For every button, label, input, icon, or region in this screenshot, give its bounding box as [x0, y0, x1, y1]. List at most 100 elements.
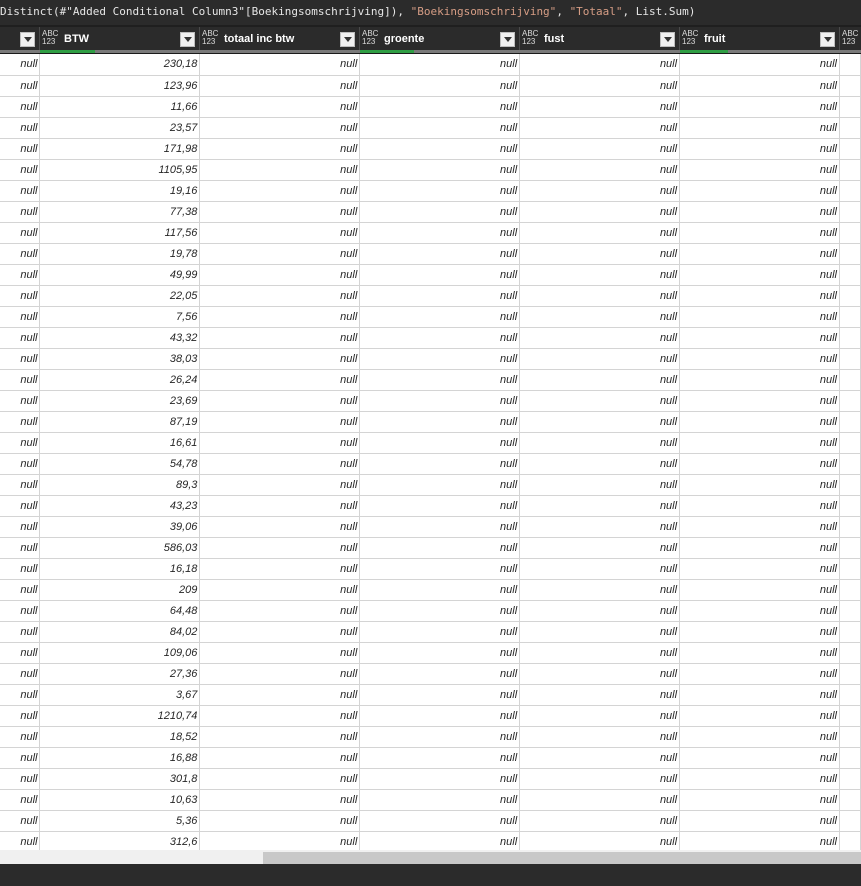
- data-grid[interactable]: null 230,18 null null null null null 123,96 null…: [0, 54, 861, 850]
- cell-fust[interactable]: null: [519, 264, 681, 286]
- cell-btw[interactable]: 209: [39, 579, 201, 601]
- cell-fust[interactable]: null: [519, 453, 681, 475]
- cell-groente[interactable]: null: [359, 159, 521, 181]
- cell-totaal-inc-btw[interactable]: null: [199, 75, 361, 97]
- cell-groente[interactable]: null: [359, 264, 521, 286]
- cell-partial-right[interactable]: [839, 600, 861, 622]
- cell-fust[interactable]: null: [519, 474, 681, 496]
- cell-null-left[interactable]: null: [0, 747, 41, 769]
- table-row[interactable]: null 49,99 null null null null: [0, 264, 861, 286]
- table-row[interactable]: null 171,98 null null null null: [0, 138, 861, 160]
- cell-null-left[interactable]: null: [0, 768, 41, 790]
- table-row[interactable]: null 27,36 null null null null: [0, 663, 861, 685]
- cell-groente[interactable]: null: [359, 348, 521, 370]
- cell-fust[interactable]: null: [519, 222, 681, 244]
- cell-partial-right[interactable]: [839, 537, 861, 559]
- cell-btw[interactable]: 7,56: [39, 306, 201, 328]
- cell-totaal-inc-btw[interactable]: null: [199, 600, 361, 622]
- cell-totaal-inc-btw[interactable]: null: [199, 453, 361, 475]
- type-any-icon[interactable]: ABC 123: [522, 30, 542, 46]
- table-row[interactable]: null 117,56 null null null null: [0, 222, 861, 244]
- cell-fruit[interactable]: null: [679, 348, 840, 370]
- type-any-icon[interactable]: ABC 123: [202, 30, 222, 46]
- table-row[interactable]: null 5,36 null null null null: [0, 810, 861, 832]
- cell-totaal-inc-btw[interactable]: null: [199, 537, 361, 559]
- cell-partial-right[interactable]: [839, 558, 861, 580]
- cell-null-left[interactable]: null: [0, 180, 41, 202]
- cell-fust[interactable]: null: [519, 600, 681, 622]
- cell-fruit[interactable]: null: [679, 285, 840, 307]
- table-row[interactable]: null 18,52 null null null null: [0, 726, 861, 748]
- cell-partial-right[interactable]: [839, 516, 861, 538]
- cell-btw[interactable]: 43,23: [39, 495, 201, 517]
- cell-totaal-inc-btw[interactable]: null: [199, 726, 361, 748]
- cell-btw[interactable]: 10,63: [39, 789, 201, 811]
- cell-groente[interactable]: null: [359, 747, 521, 769]
- cell-partial-right[interactable]: [839, 810, 861, 832]
- cell-btw[interactable]: 171,98: [39, 138, 201, 160]
- cell-fust[interactable]: null: [519, 327, 681, 349]
- cell-fruit[interactable]: null: [679, 474, 840, 496]
- cell-fruit[interactable]: null: [679, 243, 840, 265]
- cell-fruit[interactable]: null: [679, 264, 840, 286]
- cell-totaal-inc-btw[interactable]: null: [199, 243, 361, 265]
- cell-fruit[interactable]: null: [679, 537, 840, 559]
- cell-fust[interactable]: null: [519, 348, 681, 370]
- cell-partial-right[interactable]: [839, 390, 861, 412]
- cell-btw[interactable]: 123,96: [39, 75, 201, 97]
- cell-groente[interactable]: null: [359, 705, 521, 727]
- cell-null-left[interactable]: null: [0, 96, 41, 118]
- cell-fruit[interactable]: null: [679, 453, 840, 475]
- cell-groente[interactable]: null: [359, 96, 521, 118]
- cell-partial-right[interactable]: [839, 138, 861, 160]
- cell-fust[interactable]: null: [519, 621, 681, 643]
- cell-null-left[interactable]: null: [0, 264, 41, 286]
- cell-groente[interactable]: null: [359, 117, 521, 139]
- cell-totaal-inc-btw[interactable]: null: [199, 264, 361, 286]
- cell-btw[interactable]: 54,78: [39, 453, 201, 475]
- cell-groente[interactable]: null: [359, 201, 521, 223]
- cell-fust[interactable]: null: [519, 789, 681, 811]
- cell-partial-right[interactable]: [839, 747, 861, 769]
- cell-fust[interactable]: null: [519, 663, 681, 685]
- cell-partial-right[interactable]: [839, 222, 861, 244]
- cell-null-left[interactable]: null: [0, 327, 41, 349]
- cell-partial-right[interactable]: [839, 768, 861, 790]
- type-any-icon[interactable]: ABC 123: [682, 30, 702, 46]
- cell-btw[interactable]: 49,99: [39, 264, 201, 286]
- cell-groente[interactable]: null: [359, 54, 521, 76]
- cell-fruit[interactable]: null: [679, 138, 840, 160]
- cell-totaal-inc-btw[interactable]: null: [199, 495, 361, 517]
- cell-partial-right[interactable]: [839, 75, 861, 97]
- cell-totaal-inc-btw[interactable]: null: [199, 768, 361, 790]
- cell-groente[interactable]: null: [359, 537, 521, 559]
- cell-partial-right[interactable]: [839, 705, 861, 727]
- cell-null-left[interactable]: null: [0, 117, 41, 139]
- table-row[interactable]: null 38,03 null null null null: [0, 348, 861, 370]
- cell-partial-right[interactable]: [839, 684, 861, 706]
- cell-fust[interactable]: null: [519, 768, 681, 790]
- cell-fruit[interactable]: null: [679, 747, 840, 769]
- table-row[interactable]: null 230,18 null null null null: [0, 54, 861, 76]
- cell-null-left[interactable]: null: [0, 369, 41, 391]
- cell-null-left[interactable]: null: [0, 495, 41, 517]
- type-any-icon[interactable]: ABC 123: [42, 30, 62, 46]
- cell-groente[interactable]: null: [359, 663, 521, 685]
- cell-partial-right[interactable]: [839, 180, 861, 202]
- cell-null-left[interactable]: null: [0, 348, 41, 370]
- cell-null-left[interactable]: null: [0, 75, 41, 97]
- table-row[interactable]: null 123,96 null null null null: [0, 75, 861, 97]
- cell-fruit[interactable]: null: [679, 201, 840, 223]
- column-header-fust[interactable]: ABC 123 fust: [520, 27, 680, 53]
- cell-btw[interactable]: 19,16: [39, 180, 201, 202]
- cell-partial-right[interactable]: [839, 306, 861, 328]
- table-row[interactable]: null 43,23 null null null null: [0, 495, 861, 517]
- cell-partial-right[interactable]: [839, 96, 861, 118]
- cell-fust[interactable]: null: [519, 159, 681, 181]
- cell-groente[interactable]: null: [359, 432, 521, 454]
- cell-partial-right[interactable]: [839, 159, 861, 181]
- cell-totaal-inc-btw[interactable]: null: [199, 222, 361, 244]
- cell-fruit[interactable]: null: [679, 663, 840, 685]
- table-row[interactable]: null 22,05 null null null null: [0, 285, 861, 307]
- horizontal-scrollbar-thumb[interactable]: [263, 852, 861, 864]
